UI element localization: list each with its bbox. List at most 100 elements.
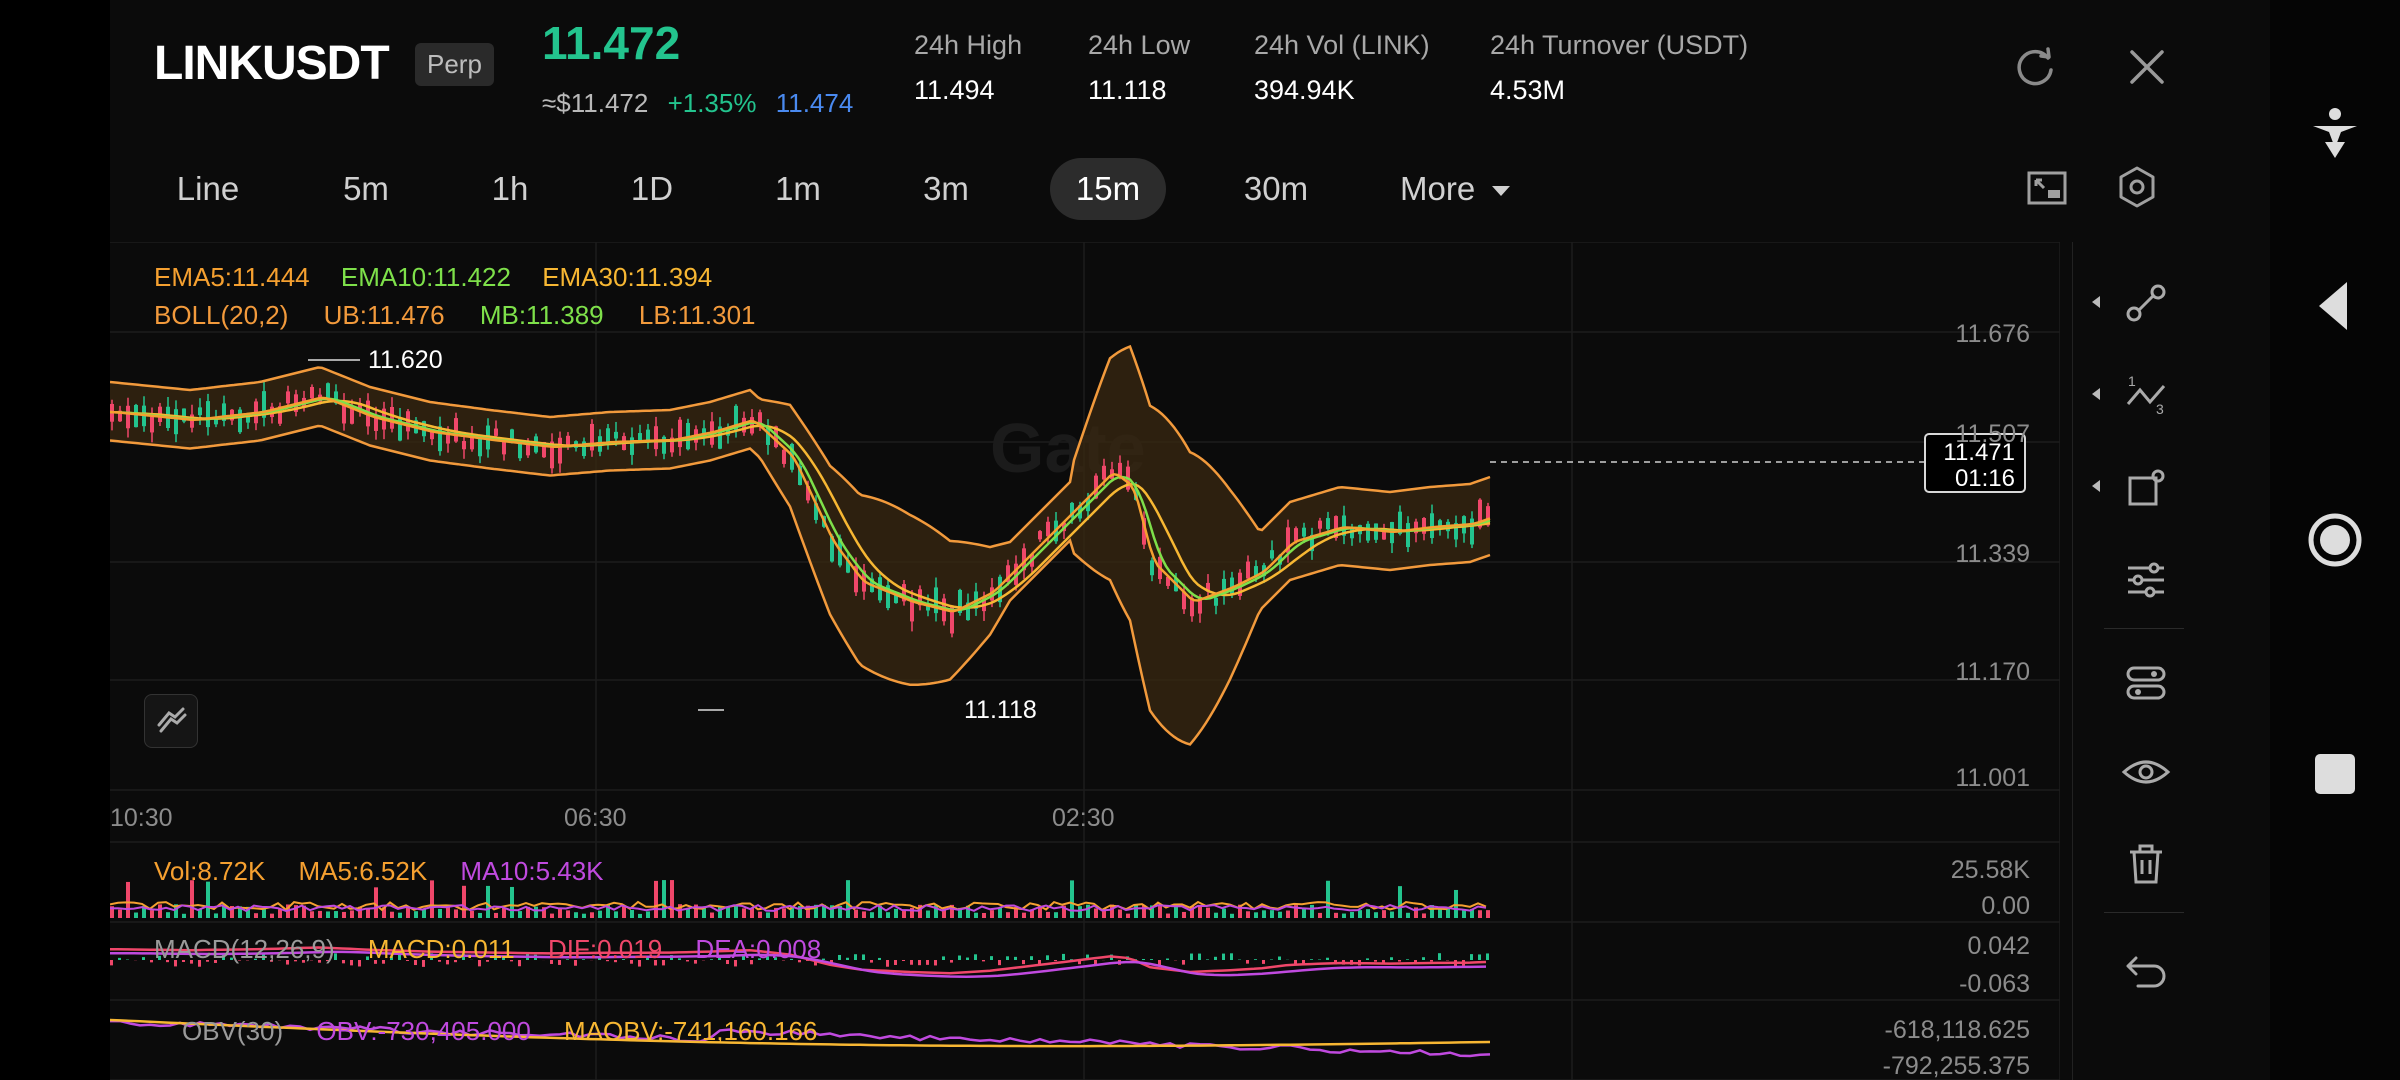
delete-icon[interactable] <box>2114 832 2178 896</box>
expand-arrow-icon[interactable] <box>2092 388 2100 400</box>
sub-price-row: ≈$11.472 +1.35% 11.474 <box>542 88 865 119</box>
macd-bar <box>1374 960 1377 962</box>
volume-bar <box>734 906 738 918</box>
candle-body <box>1366 523 1370 541</box>
volume-bar <box>1086 904 1090 918</box>
volume-bar <box>350 910 354 918</box>
macd-bar <box>1422 957 1425 960</box>
candle-body <box>390 406 394 429</box>
tf-3m[interactable]: 3m <box>898 158 994 220</box>
close-icon[interactable] <box>2124 44 2170 90</box>
home-icon[interactable] <box>2305 510 2365 570</box>
chart-overlay-toggle[interactable] <box>144 694 198 748</box>
volume-bar <box>574 912 578 918</box>
volume-bar <box>1006 912 1010 918</box>
macd-bar <box>1390 957 1393 960</box>
tf-30m[interactable]: 30m <box>1228 158 1324 220</box>
macd-bar <box>870 960 873 963</box>
legend-boll: BOLL(20,2) <box>154 300 289 330</box>
volume-bar <box>478 912 482 918</box>
volume-bar <box>318 910 322 918</box>
refresh-icon[interactable] <box>2012 44 2058 90</box>
candle-body <box>206 401 210 428</box>
volume-bar <box>1462 910 1466 918</box>
price-tick: 11.507 <box>1955 420 2030 448</box>
candle-body <box>326 383 330 398</box>
expand-arrow-icon[interactable] <box>2092 296 2100 308</box>
accessibility-icon[interactable] <box>2305 104 2365 164</box>
macd-bar <box>1326 957 1329 960</box>
candle-body <box>1102 465 1106 480</box>
fib-tool-icon[interactable]: 1 3 <box>2114 364 2178 428</box>
tf-15m[interactable]: 15m <box>1050 158 1166 220</box>
recents-icon[interactable] <box>2305 744 2365 804</box>
fullscreen-icon[interactable] <box>2024 166 2070 212</box>
fiat-price: ≈$11.472 <box>542 88 649 118</box>
toggle-settings-icon[interactable] <box>2114 650 2178 714</box>
back-icon[interactable] <box>2305 276 2365 336</box>
volume-bar <box>670 880 674 918</box>
volume-bar <box>1486 910 1490 918</box>
volume-bar <box>518 911 522 918</box>
macd-bar <box>1062 953 1065 960</box>
macd-bar <box>1254 959 1257 960</box>
visibility-icon[interactable] <box>2114 740 2178 804</box>
volume-bar <box>550 913 554 918</box>
candle-body <box>1038 531 1042 540</box>
tf-1m[interactable]: 1m <box>750 158 846 220</box>
macd-bar <box>1222 953 1225 960</box>
expand-arrow-icon[interactable] <box>2092 480 2100 492</box>
tf-line[interactable]: Line <box>160 158 256 220</box>
volume-bar <box>510 886 514 918</box>
volume-bar <box>334 911 338 918</box>
legend-ema30: EMA30:11.394 <box>542 262 713 292</box>
volume-bar <box>1438 909 1442 918</box>
candle-body <box>1046 521 1050 537</box>
volume-bar <box>1070 880 1074 918</box>
low-annotation: 11.118 <box>964 696 1037 724</box>
mark-price: 11.474 <box>775 88 854 118</box>
undo-icon[interactable] <box>2114 936 2178 1000</box>
legend-obv: OBV:-730,405.000 <box>316 1016 531 1046</box>
volume-bar <box>1350 911 1354 918</box>
macd-bar <box>110 960 113 966</box>
candle-body <box>478 437 482 457</box>
price-tick: 11.339 <box>1955 540 2030 568</box>
candle-body <box>286 391 290 404</box>
candle-countdown: 01:16 <box>1955 465 2015 492</box>
volume-bar <box>558 909 562 918</box>
macd-bar <box>878 957 881 960</box>
svg-text:1: 1 <box>2128 373 2136 389</box>
candle-body <box>1326 518 1330 530</box>
chart-settings-icon[interactable] <box>2114 164 2160 210</box>
volume-bar <box>1366 909 1370 918</box>
volume-bar <box>462 885 466 918</box>
shape-tool-icon[interactable] <box>2114 456 2178 520</box>
macd-bar <box>942 956 945 960</box>
volume-bar <box>1318 912 1322 918</box>
candle-body <box>1302 527 1306 537</box>
tf-1d[interactable]: 1D <box>604 158 700 220</box>
tf-5m[interactable]: 5m <box>318 158 414 220</box>
macd-bar <box>846 957 849 960</box>
legend-ema10: EMA10:11.422 <box>340 262 511 292</box>
macd-bar <box>1006 956 1009 960</box>
volume-bar <box>1054 912 1058 918</box>
volume-bar <box>662 880 666 918</box>
indicator-settings-icon[interactable] <box>2114 548 2178 612</box>
line-tool-icon[interactable] <box>2114 272 2178 336</box>
macd-bar <box>1046 955 1049 960</box>
macd-bar <box>1206 959 1209 960</box>
macd-bar <box>1398 960 1401 962</box>
layers-icon <box>157 707 187 733</box>
macd-bar <box>838 954 841 960</box>
macd-bar <box>1478 954 1481 960</box>
tf-1h[interactable]: 1h <box>462 158 558 220</box>
volume-bar <box>998 907 1002 918</box>
candle-body <box>1294 528 1298 542</box>
macd-bar <box>1150 959 1153 960</box>
volume-bar <box>1206 907 1210 918</box>
stat-24h-low: 24h Low 11.118 <box>1088 30 1191 105</box>
tf-more[interactable]: More <box>1400 158 1530 220</box>
volume-bar <box>1374 912 1378 918</box>
